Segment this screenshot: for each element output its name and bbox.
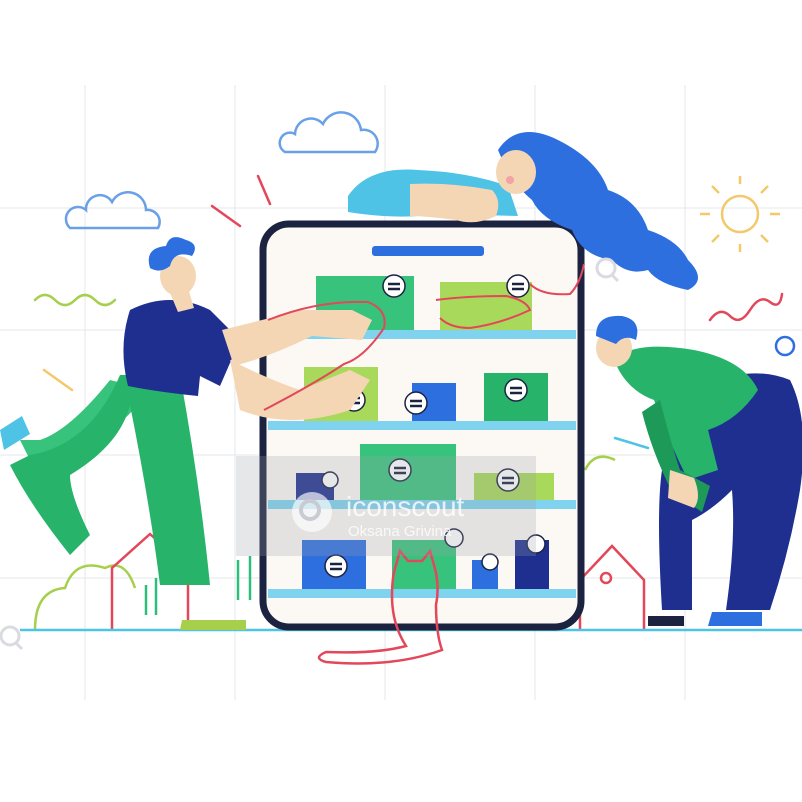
cloud-icon xyxy=(278,111,379,154)
illustration-scene: iconscout Oksana Grivina xyxy=(0,85,802,700)
watermark-author: Oksana Grivina xyxy=(348,523,452,540)
shelf xyxy=(268,589,576,598)
watermark-brand: iconscout xyxy=(346,491,465,522)
sun-icon xyxy=(700,176,780,252)
man-left-shoe xyxy=(180,620,246,630)
woman-cheek xyxy=(506,176,514,184)
phone-shelf xyxy=(259,220,585,631)
cloud-icon xyxy=(64,191,161,230)
search-icon xyxy=(292,492,332,532)
man-right-shoe xyxy=(648,616,684,626)
watermark: iconscout Oksana Grivina xyxy=(236,456,536,556)
man-left-trousers xyxy=(10,375,210,585)
phone-speaker xyxy=(372,246,484,256)
shelf xyxy=(268,421,576,430)
woman-head xyxy=(496,150,536,194)
house-icon xyxy=(578,544,646,630)
man-left-shirt xyxy=(123,300,240,396)
woman-arm xyxy=(410,183,499,223)
search-icon xyxy=(0,625,24,651)
man-right-shoe xyxy=(708,612,762,626)
man-right xyxy=(596,315,802,626)
